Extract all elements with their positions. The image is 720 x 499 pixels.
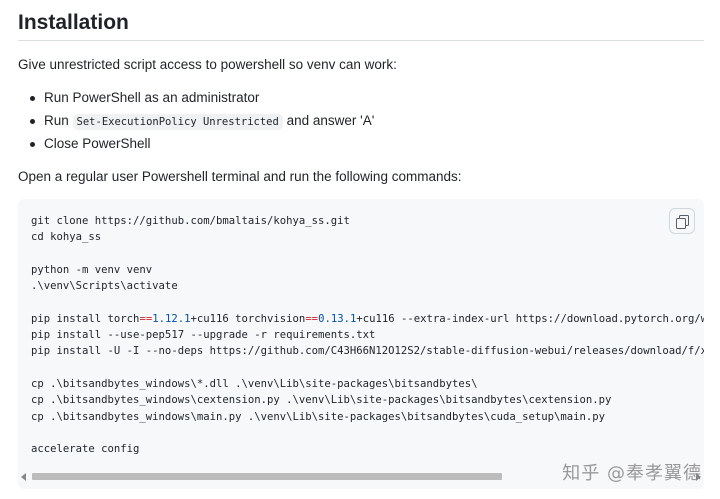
- list-item: Run PowerShell as an administrator: [28, 88, 374, 111]
- inline-code: Set-ExecutionPolicy Unrestricted: [72, 114, 283, 130]
- code-line: cd kohya_ss: [31, 231, 102, 244]
- code-token: pip install torch: [31, 312, 140, 325]
- open-terminal-text: Open a regular user Powershell terminal …: [18, 169, 462, 184]
- code-line: .\venv\Scripts\activate: [31, 280, 178, 293]
- code-line: cp .\bitsandbytes_windows\main.py .\venv…: [31, 410, 606, 423]
- scrollbar-thumb[interactable]: [32, 473, 502, 480]
- code-line: pip install -U -I --no-deps https://gith…: [31, 345, 704, 358]
- watermark: 知乎 @奉孝翼德: [562, 463, 702, 484]
- step-1-text: Run PowerShell as an administrator: [44, 90, 260, 105]
- number-token: 0.13.1: [318, 312, 357, 325]
- code-line: git clone https://github.com/bmaltais/ko…: [31, 215, 350, 227]
- copy-button[interactable]: [669, 208, 695, 234]
- section-heading: Installation: [18, 11, 129, 34]
- code-token: +cu116 torchvision: [190, 312, 306, 325]
- step-2-post: and answer 'A': [282, 113, 375, 128]
- operator-token: ==: [139, 312, 153, 325]
- list-item: Run Set-ExecutionPolicy Unrestricted and…: [28, 111, 374, 134]
- list-item: Close PowerShell: [28, 134, 374, 157]
- code-line: cp .\bitsandbytes_windows\*.dll .\venv\L…: [31, 377, 478, 390]
- heading-divider: [18, 40, 704, 41]
- steps-list: Run PowerShell as an administrator Run S…: [28, 88, 374, 157]
- code-line: python -m venv venv: [31, 263, 153, 276]
- code-token: +cu116 --extra-index-url https://downloa…: [356, 312, 704, 325]
- code-block[interactable]: git clone https://github.com/bmaltais/ko…: [18, 199, 704, 489]
- operator-token: ==: [305, 312, 319, 325]
- scroll-left-arrow-icon[interactable]: [21, 473, 26, 481]
- code-line: accelerate config: [31, 443, 140, 456]
- code-line: pip install --use-pep517 --upgrade -r re…: [31, 329, 376, 342]
- code-line: pip install torch==1.12.1+cu116 torchvis…: [31, 311, 704, 327]
- intro-text: Give unrestricted script access to power…: [18, 57, 397, 72]
- code-line: cp .\bitsandbytes_windows\cextension.py …: [31, 394, 612, 407]
- step-3-text: Close PowerShell: [44, 136, 151, 151]
- step-2-pre: Run: [44, 113, 73, 128]
- number-token: 1.12.1: [152, 312, 191, 325]
- code-content[interactable]: git clone https://github.com/bmaltais/ko…: [31, 213, 704, 457]
